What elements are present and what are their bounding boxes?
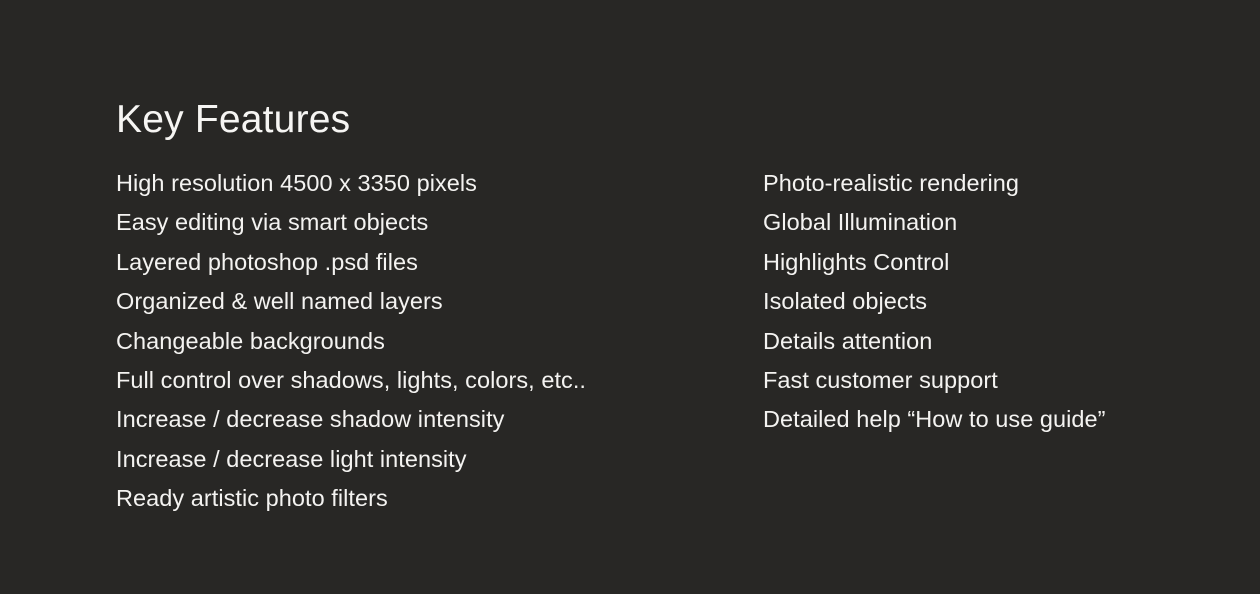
page-title: Key Features xyxy=(116,98,351,142)
list-item: Easy editing via smart objects xyxy=(116,209,429,236)
list-item: Ready artistic photo filters xyxy=(116,485,388,512)
feature-column-left: High resolution 4500 x 3350 pixels Easy … xyxy=(116,170,716,527)
list-item: Full control over shadows, lights, color… xyxy=(116,366,586,393)
list-item: Global Illumination xyxy=(763,209,958,236)
list-item: Layered photoshop .psd files xyxy=(116,248,418,275)
list-item: High resolution 4500 x 3350 pixels xyxy=(116,170,477,196)
list-item: Details attention xyxy=(763,327,933,354)
list-item: Highlights Control xyxy=(763,248,950,275)
list-item: Fast customer support xyxy=(763,366,998,393)
key-features-slide: Key Features High resolution 4500 x 3350… xyxy=(0,0,1260,594)
list-item: Isolated objects xyxy=(763,288,928,315)
feature-list-right: Photo-realistic rendering Global Illumin… xyxy=(763,170,1223,448)
feature-list-left: High resolution 4500 x 3350 pixels Easy … xyxy=(116,170,716,527)
list-item: Increase / decrease light intensity xyxy=(116,445,467,472)
list-item: Organized & well named layers xyxy=(116,288,443,315)
list-item: Increase / decrease shadow intensity xyxy=(116,406,505,433)
list-item: Changeable backgrounds xyxy=(116,327,385,354)
feature-column-right: Photo-realistic rendering Global Illumin… xyxy=(763,170,1223,448)
list-item: Photo-realistic rendering xyxy=(763,170,1019,196)
list-item: Detailed help “How to use guide” xyxy=(763,406,1106,433)
